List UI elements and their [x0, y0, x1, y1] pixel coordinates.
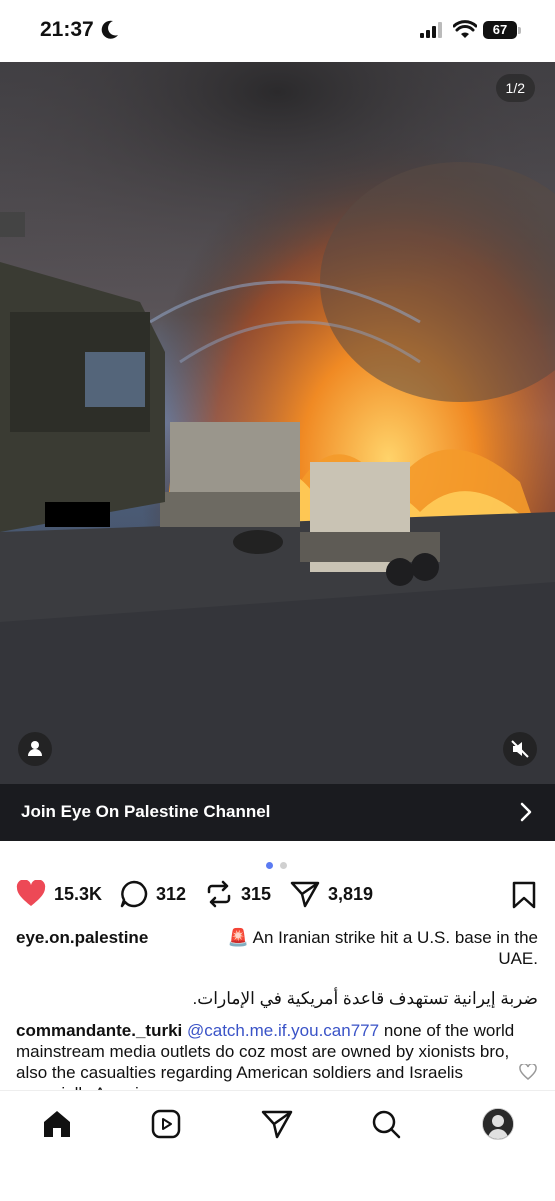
post-actions: 15.3K 312 315 3,819: [0, 876, 555, 916]
share-icon: [290, 881, 320, 908]
search-icon[interactable]: [371, 1109, 401, 1139]
comment-icon: [120, 880, 148, 908]
comment-username[interactable]: commandante._turki: [16, 1021, 182, 1040]
channel-cta-bar[interactable]: Join Eye On Palestine Channel: [0, 784, 555, 841]
avatar-image: [483, 1109, 513, 1139]
caption-arabic: ضربة إيرانية تستهدف قاعدة أمريكية في الإ…: [192, 989, 538, 1008]
mute-button[interactable]: [503, 732, 537, 766]
moon-icon: [101, 20, 118, 39]
post-image[interactable]: 1/2: [0, 62, 555, 784]
post-caption: eye.on.palestine 🚨 An Iranian strike hit…: [16, 927, 538, 968]
share-button[interactable]: 3,819: [290, 880, 373, 908]
carousel-dot-active: [266, 862, 273, 869]
wifi-icon: [453, 20, 477, 38]
comment-like-icon[interactable]: [519, 1064, 537, 1080]
like-count: 15.3K: [54, 883, 103, 904]
post-username[interactable]: eye.on.palestine: [16, 928, 148, 947]
comment-preview[interactable]: commandante._turki @catch.me.if.you.can7…: [16, 1020, 516, 1092]
like-button[interactable]: 15.3K: [16, 880, 102, 908]
bottom-tab-bar: [0, 1090, 555, 1201]
comment-button[interactable]: 312: [120, 880, 186, 908]
profile-avatar[interactable]: [482, 1108, 514, 1140]
battery-tip: [518, 27, 521, 34]
share-count: 3,819: [328, 883, 374, 904]
cta-label: Join Eye On Palestine Channel: [21, 802, 271, 821]
caption-english: 🚨 An Iranian strike hit a U.S. base in t…: [227, 928, 538, 968]
chevron-right-icon: [520, 802, 532, 822]
carousel-dot: [280, 862, 288, 869]
tagged-users-button[interactable]: [18, 732, 52, 766]
reels-icon[interactable]: [151, 1109, 181, 1139]
repost-count: 315: [241, 883, 272, 904]
home-icon[interactable]: [41, 1109, 73, 1139]
send-icon[interactable]: [261, 1109, 293, 1139]
heart-icon: [16, 880, 46, 906]
comment-count: 312: [156, 883, 187, 904]
battery-indicator: 67: [483, 21, 517, 39]
comment-mention[interactable]: @catch.me.if.you.can777: [187, 1021, 379, 1040]
repost-button[interactable]: 315: [205, 880, 271, 908]
carousel-dots: [266, 856, 290, 874]
person-icon: [28, 741, 42, 756]
bookmark-icon[interactable]: [512, 881, 536, 909]
status-bar: 21:37 67: [0, 0, 555, 62]
repost-icon: [207, 880, 231, 908]
signal-icon: [420, 22, 442, 38]
image-counter: 1/2: [495, 74, 535, 102]
fire-scene-image: [0, 62, 555, 784]
status-time: 21:37: [40, 18, 94, 41]
mute-icon: [511, 740, 529, 758]
